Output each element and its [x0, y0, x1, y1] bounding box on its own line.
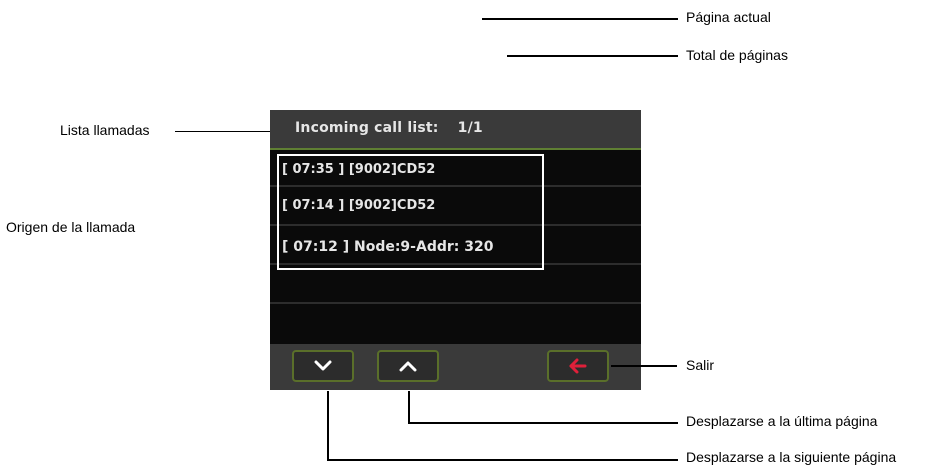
page-indicator: 1/1 — [457, 120, 483, 136]
scroll-up-button[interactable] — [377, 350, 439, 382]
arrow-left-icon — [569, 358, 587, 374]
label-last-page: Desplazarse a la última página — [686, 413, 878, 429]
current-page-leader — [482, 18, 678, 20]
label-total-pages: Total de páginas — [686, 47, 788, 63]
chevron-down-icon — [314, 360, 332, 371]
scroll-down-button[interactable] — [292, 350, 354, 382]
chevron-up-icon — [399, 361, 417, 372]
header-text: Incoming call list: 1/1 — [295, 120, 483, 136]
exit-button[interactable] — [547, 350, 609, 382]
total-pages-leader — [507, 55, 678, 57]
last-page-leader-horizontal — [408, 422, 678, 424]
device-screen: Incoming call list: 1/1 [ 07:35 ] [9002]… — [270, 110, 641, 390]
row-divider — [270, 302, 641, 304]
label-call-list: Lista llamadas — [60, 122, 150, 138]
next-page-leader-horizontal — [327, 459, 678, 461]
label-next-page: Desplazarse a la siguiente página — [686, 449, 897, 465]
label-call-origin: Origen de la llamada — [6, 219, 136, 235]
label-exit: Salir — [686, 357, 715, 373]
screen-header: Incoming call list: 1/1 — [270, 110, 641, 150]
last-page-leader-vertical — [408, 391, 410, 423]
header-title: Incoming call list: — [295, 120, 439, 136]
exit-leader — [611, 365, 677, 367]
label-current-page: Página actual — [686, 9, 771, 25]
call-origin-highlight — [277, 154, 544, 270]
call-list-leader — [175, 131, 270, 132]
next-page-leader-vertical — [327, 391, 329, 461]
screen-footer — [270, 344, 641, 390]
